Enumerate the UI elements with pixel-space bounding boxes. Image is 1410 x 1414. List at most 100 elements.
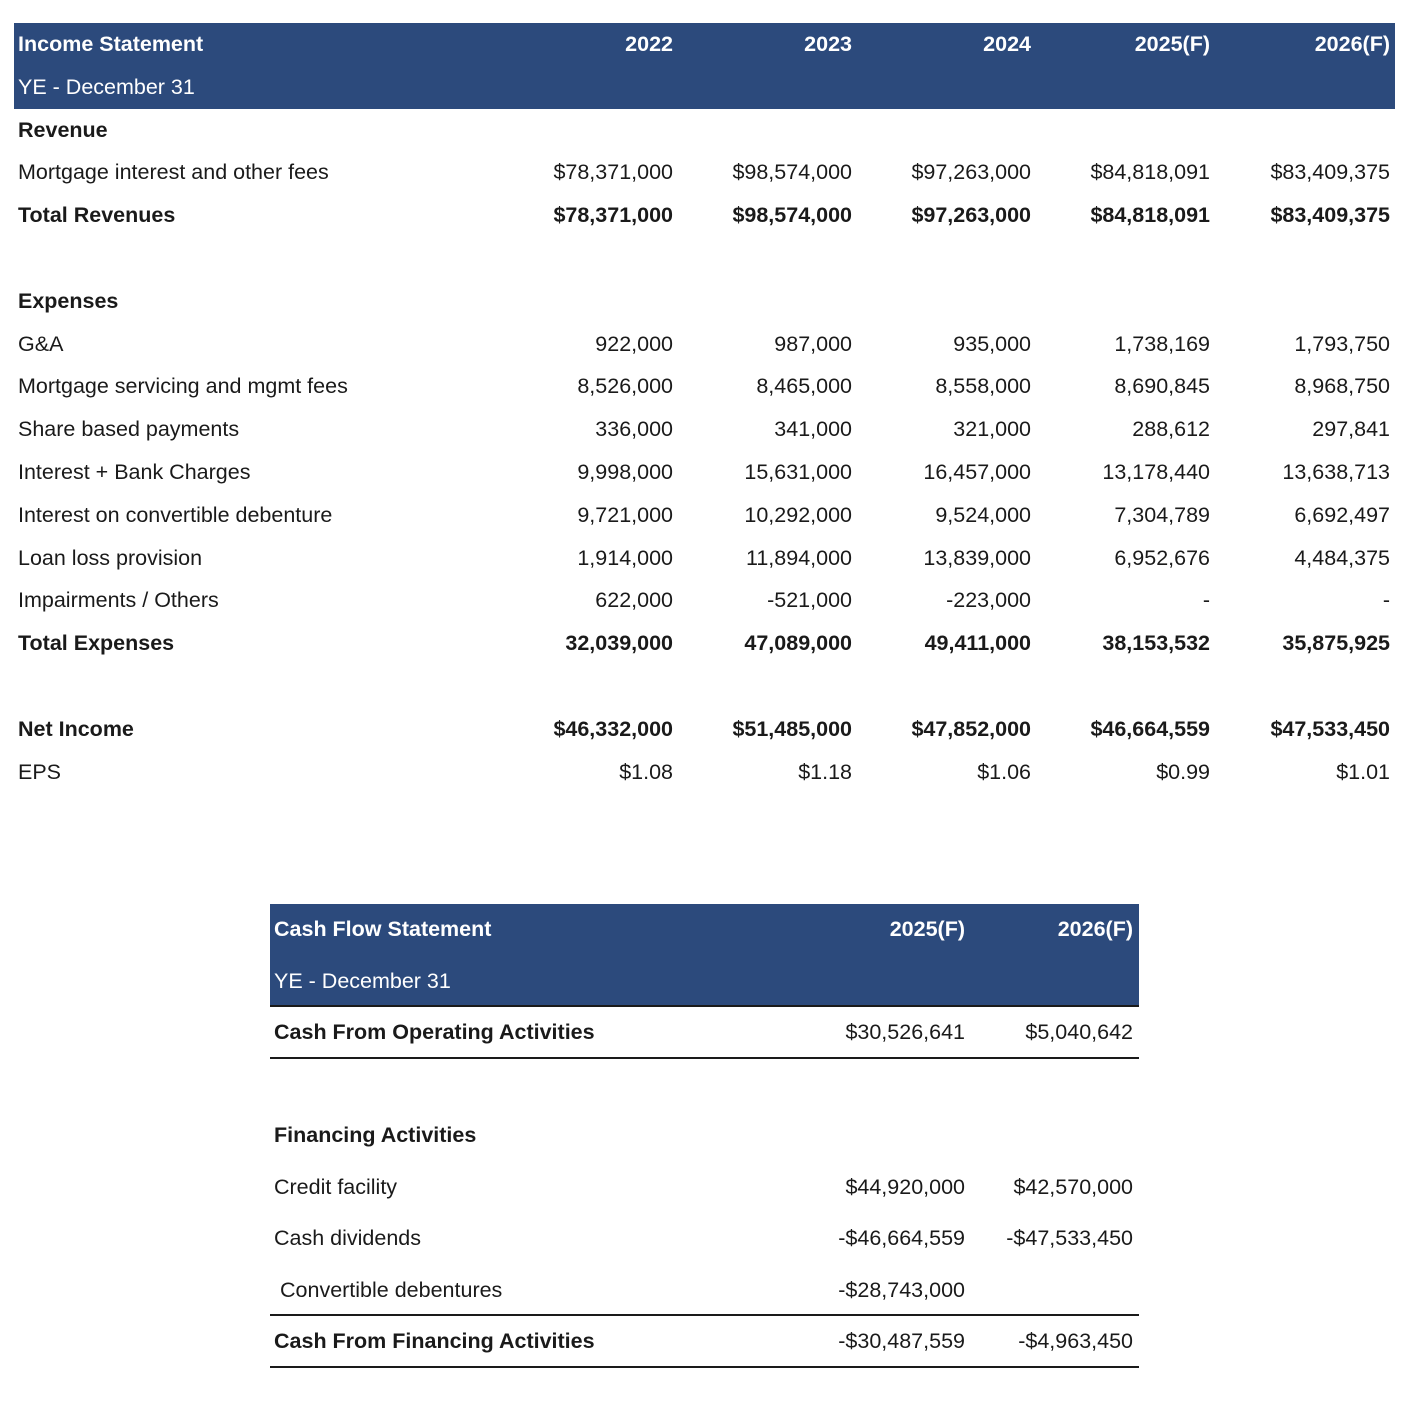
row-label: Convertible debentures xyxy=(280,1277,503,1302)
operating-activities-row: Cash From Operating Activities $30,526,6… xyxy=(270,1007,1139,1059)
cell: $5,040,642 xyxy=(1025,1020,1133,1044)
net-income-row: Net Income $46,332,000 $51,485,000 $47,8… xyxy=(14,708,1395,751)
cash-flow-statement-subtitle: YE - December 31 xyxy=(274,968,451,993)
row-label: Total Expenses xyxy=(18,631,175,656)
column-header-2026f: 2026(F) xyxy=(1057,917,1133,941)
section-heading-expenses: Expenses xyxy=(18,288,119,313)
column-header-2022: 2022 xyxy=(625,32,673,56)
cell: 38,153,532 xyxy=(1102,631,1210,656)
cell: 8,968,750 xyxy=(1294,374,1390,399)
cell: $83,409,375 xyxy=(1270,160,1390,185)
cell: 1,793,750 xyxy=(1294,331,1390,356)
row-label: Interest + Bank Charges xyxy=(18,459,251,484)
section-heading-financing: Financing Activities xyxy=(274,1123,477,1147)
cashflow-subheader-row: YE - December 31 xyxy=(270,955,1139,1007)
cell: $1.08 xyxy=(619,759,673,784)
cell: $0.99 xyxy=(1156,759,1210,784)
cell: $97,263,000 xyxy=(911,203,1031,228)
cell: -521,000 xyxy=(767,588,852,613)
cell: 341,000 xyxy=(774,417,852,442)
cell: -$28,743,000 xyxy=(838,1277,965,1302)
income-statement-title: Income Statement xyxy=(18,32,204,56)
table-row: Impairments / Others 622,000 -521,000 -2… xyxy=(14,579,1395,622)
cell: $47,852,000 xyxy=(911,716,1031,741)
cell: $44,920,000 xyxy=(845,1174,965,1199)
cell: 32,039,000 xyxy=(565,631,673,656)
cell: 13,839,000 xyxy=(923,545,1031,570)
total-expenses-row: Total Expenses 32,039,000 47,089,000 49,… xyxy=(14,622,1395,665)
row-label: Impairments / Others xyxy=(18,588,219,613)
row-label: Share based payments xyxy=(18,417,240,442)
income-statement-table: Income Statement 2022 2023 2024 2025(F) … xyxy=(14,23,1395,793)
column-header-2026f: 2026(F) xyxy=(1314,32,1390,56)
income-header-row: Income Statement 2022 2023 2024 2025(F) … xyxy=(14,23,1395,66)
section-heading-revenue: Revenue xyxy=(18,117,108,142)
cell: $42,570,000 xyxy=(1013,1174,1133,1199)
cell: $98,574,000 xyxy=(732,160,852,185)
cell: 8,465,000 xyxy=(756,374,852,399)
cell: 13,638,713 xyxy=(1282,459,1390,484)
table-row: Loan loss provision 1,914,000 11,894,000… xyxy=(14,537,1395,580)
financing-activities-total-row: Cash From Financing Activities -$30,487,… xyxy=(270,1316,1139,1368)
cell: -$47,533,450 xyxy=(1006,1226,1133,1250)
cell: $51,485,000 xyxy=(732,716,852,741)
table-row: Credit facility $44,920,000 $42,570,000 xyxy=(270,1162,1139,1214)
row-label: Mortgage servicing and mgmt fees xyxy=(18,374,348,399)
column-header-2025f: 2025(F) xyxy=(1134,32,1210,56)
cell: -$30,487,559 xyxy=(838,1329,965,1353)
cash-flow-statement-table: Cash Flow Statement 2025(F) 2026(F) YE -… xyxy=(270,904,1139,1368)
row-label: Credit facility xyxy=(274,1174,398,1199)
table-row: Interest on convertible debenture 9,721,… xyxy=(14,494,1395,537)
row-label: Cash From Financing Activities xyxy=(274,1329,595,1353)
table-row: Mortgage servicing and mgmt fees 8,526,0… xyxy=(14,365,1395,408)
cell: 336,000 xyxy=(595,417,673,442)
cell: 35,875,925 xyxy=(1282,631,1390,656)
cell: -$46,664,559 xyxy=(838,1226,965,1250)
cell: 8,526,000 xyxy=(577,374,673,399)
cell: 16,457,000 xyxy=(923,459,1031,484)
column-header-2023: 2023 xyxy=(804,32,852,56)
row-label: Interest on convertible debenture xyxy=(18,502,333,527)
cell: -$4,963,450 xyxy=(1018,1329,1133,1353)
cell: 15,631,000 xyxy=(744,459,852,484)
cashflow-header-row: Cash Flow Statement 2025(F) 2026(F) xyxy=(270,904,1139,956)
income-statement-subtitle: YE - December 31 xyxy=(18,74,195,99)
table-row: Cash dividends -$46,664,559 -$47,533,450 xyxy=(270,1213,1139,1265)
cash-flow-statement-title: Cash Flow Statement xyxy=(274,917,492,941)
cell: $83,409,375 xyxy=(1270,203,1390,228)
cell: $46,664,559 xyxy=(1090,716,1210,741)
cell: $84,818,091 xyxy=(1090,203,1210,228)
cell: $78,371,000 xyxy=(553,160,673,185)
cell: 13,178,440 xyxy=(1102,459,1210,484)
cell: $97,263,000 xyxy=(911,160,1031,185)
column-header-2025f: 2025(F) xyxy=(889,917,965,941)
cell: 1,914,000 xyxy=(577,545,673,570)
cell: 49,411,000 xyxy=(924,631,1031,656)
cell: $98,574,000 xyxy=(732,203,852,228)
cell: $47,533,450 xyxy=(1270,716,1390,741)
cell: 10,292,000 xyxy=(744,502,852,527)
cell: 297,841 xyxy=(1312,417,1390,442)
total-revenues-row: Total Revenues $78,371,000 $98,574,000 $… xyxy=(14,194,1395,237)
cell: - xyxy=(1202,588,1210,613)
cell: $46,332,000 xyxy=(553,716,673,741)
cell: 8,558,000 xyxy=(935,374,1031,399)
cell: 288,612 xyxy=(1132,417,1210,442)
row-label: Total Revenues xyxy=(18,203,176,228)
cell: 11,894,000 xyxy=(745,545,852,570)
cell: 8,690,845 xyxy=(1114,374,1210,399)
income-subheader-row: YE - December 31 xyxy=(14,65,1395,109)
row-label: Cash dividends xyxy=(274,1226,422,1250)
cell: $84,818,091 xyxy=(1090,160,1210,185)
cell: 987,000 xyxy=(774,331,852,356)
cell: -223,000 xyxy=(946,588,1031,613)
cell: 4,484,375 xyxy=(1294,545,1390,570)
cell: 9,721,000 xyxy=(577,502,673,527)
cell: 7,304,789 xyxy=(1114,502,1210,527)
cell: 321,000 xyxy=(953,417,1031,442)
row-label: Net Income xyxy=(18,716,134,741)
row-label: Loan loss provision xyxy=(18,545,203,570)
cell: - xyxy=(1382,588,1390,613)
